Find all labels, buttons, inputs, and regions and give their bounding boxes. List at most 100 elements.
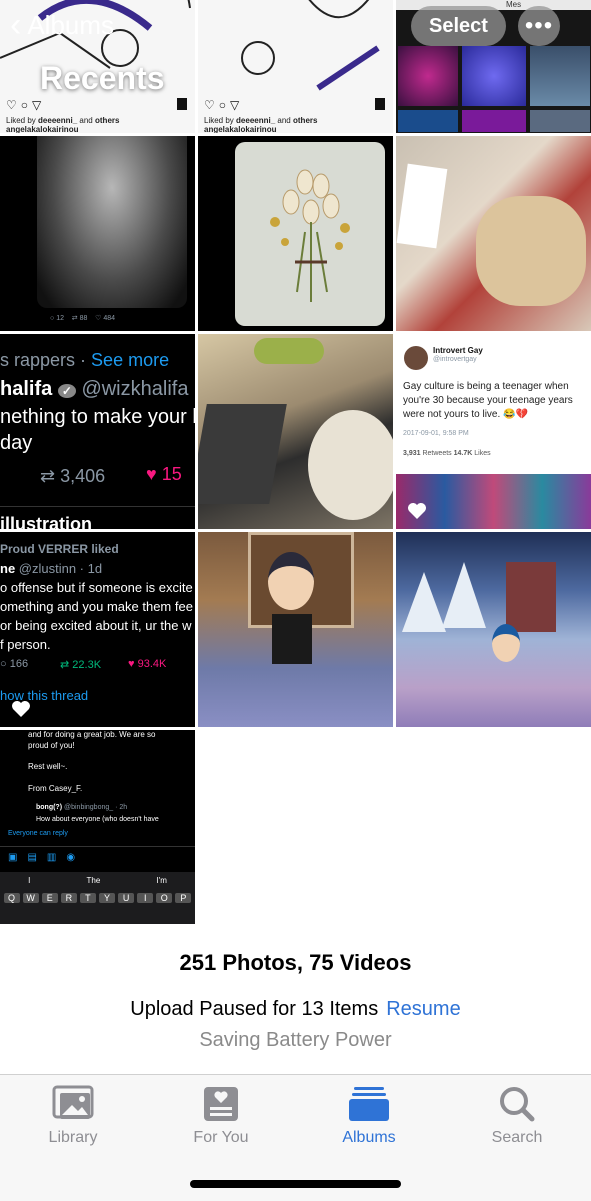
key: Y: [99, 893, 116, 903]
keyboard: I The I'm Q W E R T Y U I O P: [0, 872, 195, 924]
next-tweet-partial: illustration: [0, 514, 93, 529]
sketch-artwork: [241, 0, 380, 91]
photo-thumbnail[interactable]: [396, 532, 591, 727]
compose-text-3: Rest well~.: [28, 762, 68, 771]
photo-thumbnail[interactable]: [198, 136, 393, 331]
chevron-left-icon: ‹: [10, 6, 22, 44]
library-summary: 251 Photos, 75 Videos Upload Paused for …: [0, 950, 591, 1052]
tab-label: For You: [193, 1129, 249, 1146]
photo-thumbnail[interactable]: and for doing a great job. We are so pro…: [0, 730, 195, 924]
upload-status: Upload Paused for 13 Items Resume: [0, 998, 591, 1021]
tweet-actions: ⇄ 3,406: [40, 466, 106, 486]
dumbbell: [254, 338, 324, 364]
back-label: Albums: [27, 9, 115, 40]
bookmark-icon: [375, 98, 385, 110]
keyboard-row: Q W E R T Y U I O P: [0, 885, 195, 903]
back-button[interactable]: ‹ Albums: [10, 8, 114, 42]
key: R: [60, 893, 77, 903]
heart-icon: ♥ 15: [146, 464, 182, 484]
tweet-topic: s rappers · See more: [0, 350, 170, 370]
key: U: [118, 893, 135, 903]
tweet-likes: ♥ 93.4K: [128, 658, 167, 670]
tweet-body: Gay culture is being a teenager when you…: [403, 381, 573, 420]
snowy-tree: [402, 572, 446, 632]
receipt-label: [396, 163, 448, 249]
laptop: [198, 404, 287, 504]
search-icon: [500, 1087, 535, 1122]
villager-head: [268, 552, 314, 610]
favorite-heart-icon: [12, 701, 30, 717]
select-button[interactable]: Select: [411, 6, 506, 46]
key: W: [22, 893, 39, 903]
tweet-author: halifa ✓ @wizkhalifa · 1: [0, 378, 195, 400]
tweet-body-2: day: [0, 432, 33, 454]
compose-text-4: From Casey_F.: [28, 784, 83, 793]
keyboard-suggestions: I The I'm: [28, 876, 167, 885]
key: T: [79, 893, 96, 903]
liked-by-text: Liked by deeeenni_ and others angelakalo…: [6, 116, 120, 133]
key: Q: [3, 893, 20, 903]
photo-thumbnail[interactable]: ♡○▽ Liked by deeeenni_ and others angela…: [198, 0, 393, 133]
key: P: [175, 893, 192, 903]
more-options-button[interactable]: •••: [518, 6, 560, 46]
liked-by-text: Liked by deeeenni_ and others angelakalo…: [204, 116, 318, 133]
tweet-replies: ○ 166: [0, 658, 29, 670]
tweet-author: ne @zlustinn · 1d: [0, 561, 103, 576]
photo-thumbnail[interactable]: [198, 532, 393, 727]
key: O: [156, 893, 173, 903]
photo-thumbnail[interactable]: s rappers · See more halifa ✓ @wizkhalif…: [0, 334, 195, 529]
tweet-stats: ○ 12 ⇄ 88 ♡ 484: [50, 315, 116, 322]
tab-search[interactable]: Search: [452, 1085, 582, 1147]
instagram-action-icons: ♡○▽: [204, 98, 244, 112]
tab-library[interactable]: Library: [8, 1085, 138, 1147]
message-tag: Mes: [506, 0, 522, 9]
tab-label: Albums: [342, 1129, 396, 1146]
home-indicator[interactable]: [190, 1180, 401, 1188]
photo-video-count: 251 Photos, 75 Videos: [179, 950, 412, 975]
upload-paused-text: Upload Paused for 13 Items: [130, 998, 379, 1020]
tweet-body-4: f person.: [0, 637, 51, 652]
page-title: Recents: [40, 60, 165, 96]
tweet-handle: @introvertgay: [433, 356, 477, 363]
key: E: [41, 893, 58, 903]
tweet-body: o offense but if someone is excite: [0, 580, 193, 595]
bouquet-artwork: [235, 142, 385, 326]
ellipsis-icon: •••: [524, 12, 554, 39]
for-you-icon: [204, 1087, 238, 1121]
photo-thumbnail[interactable]: ○ 12 ⇄ 88 ♡ 484: [0, 136, 195, 331]
tweet-body-3: or being excited about it, ur the w: [0, 618, 192, 633]
plate: [308, 410, 393, 520]
photo-thumbnail[interactable]: Proud VERRER liked ne @zlustinn · 1d o o…: [0, 532, 195, 727]
resume-button[interactable]: Resume: [386, 998, 460, 1020]
tweet-retweets: ⇄ 22.3K: [60, 659, 102, 671]
tweet-stats: 3,931 Retweets 14.7K Likes: [403, 450, 491, 457]
photo-thumbnail[interactable]: [198, 334, 393, 529]
villager-body: [272, 614, 312, 664]
tab-for-you[interactable]: For You: [156, 1085, 286, 1147]
tweet-date: 2017-09-01, 9:58 PM: [403, 430, 469, 437]
house: [506, 562, 556, 632]
compose-text-2: proud of you!: [28, 741, 75, 750]
favorite-heart-icon: [408, 503, 426, 519]
photo-thumbnail[interactable]: [396, 136, 591, 331]
photo-grid: ♡○▽ Liked by deeeenni_ and others angela…: [0, 0, 591, 924]
tab-label: Library: [48, 1129, 98, 1146]
instagram-action-icons: ♡○▽: [6, 98, 46, 112]
tweet-liked-by: Proud VERRER liked: [0, 542, 119, 556]
compose-text-1: and for doing a great job. We are so: [28, 730, 156, 739]
albums-icon: [349, 1087, 389, 1121]
villager-head: [492, 624, 520, 662]
tweet-body-2: omething and you make them fee: [0, 599, 193, 614]
compose-toolbar-icons: ▣▤▥◉: [8, 852, 86, 863]
tab-albums[interactable]: Albums: [304, 1085, 434, 1147]
photo-library-icon: [52, 1085, 94, 1119]
wolf-artwork: [37, 136, 187, 308]
key: I: [137, 893, 154, 903]
tweet-body: nething to make your b: [0, 406, 195, 428]
tweet-author: Introvert Gay: [433, 346, 483, 355]
bookmark-icon: [177, 98, 187, 110]
battery-status: Saving Battery Power: [199, 1029, 392, 1051]
bread-slice: [476, 196, 586, 306]
reply-text: How about everyone (who doesn't have: [36, 816, 159, 823]
photo-thumbnail[interactable]: Introvert Gay @introvertgay Gay culture …: [396, 334, 591, 529]
